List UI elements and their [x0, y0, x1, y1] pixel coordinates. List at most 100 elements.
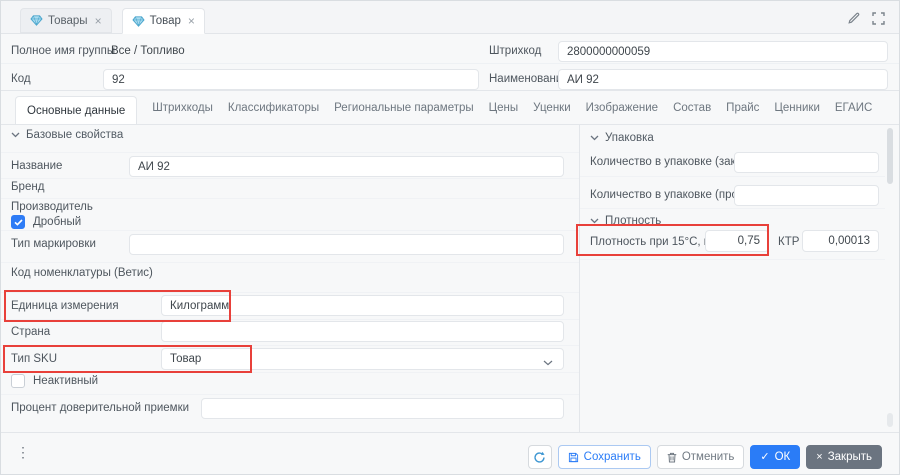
row-separator — [1, 262, 579, 263]
country-label: Страна — [11, 326, 50, 338]
tab-main-data[interactable]: Основные данные — [15, 96, 137, 125]
row-separator — [1, 319, 579, 320]
chevron-down-icon — [543, 357, 553, 369]
tab-composition[interactable]: Состав — [673, 102, 711, 114]
chevron-down-icon — [11, 132, 20, 138]
sku-type-value: Товар — [170, 353, 201, 365]
row-separator — [580, 176, 885, 177]
name-input[interactable] — [558, 69, 888, 90]
section-basic-properties[interactable]: Базовые свойства — [11, 129, 123, 141]
tab-product[interactable]: Товар × — [122, 8, 205, 34]
unit-label: Единица измерения — [11, 300, 119, 312]
tab-pricelist[interactable]: Прайс — [726, 102, 759, 114]
form-tab-bar: Основные данные Штрихкоды Классификаторы… — [1, 91, 899, 125]
tab-label: Товары — [48, 15, 88, 27]
window-actions — [847, 11, 885, 25]
tab-egais[interactable]: ЕГАИС — [835, 102, 872, 114]
row-separator — [1, 372, 579, 373]
tab-label: Товар — [150, 15, 181, 27]
scrollbar-thumb[interactable] — [887, 128, 893, 184]
cancel-button[interactable]: Отменить — [657, 445, 745, 469]
tab-image[interactable]: Изображение — [586, 102, 658, 114]
barcode-label: Штрихкод — [489, 45, 541, 57]
section-packaging[interactable]: Упаковка — [590, 132, 654, 144]
close-tab-icon[interactable]: × — [188, 15, 195, 27]
tab-markdowns[interactable]: Уценки — [533, 102, 570, 114]
check-icon: ✓ — [760, 452, 769, 463]
chevron-down-icon — [590, 135, 599, 141]
trust-percent-input[interactable] — [201, 398, 564, 419]
refresh-button[interactable] — [528, 445, 552, 469]
chevron-down-icon — [590, 218, 599, 224]
more-options-kebab-icon[interactable]: ⋮ — [16, 444, 30, 461]
fractional-checkbox[interactable] — [11, 215, 25, 229]
tab-barcodes[interactable]: Штрихкоды — [152, 102, 213, 114]
qty-sale-input[interactable] — [734, 185, 879, 206]
sku-type-label: Тип SKU — [11, 353, 57, 365]
product-gem-icon — [30, 15, 43, 26]
unit-input[interactable] — [161, 295, 564, 316]
footer-buttons: Сохранить Отменить ✓ ОК × Закрыть — [528, 445, 882, 469]
section-label: Плотность — [605, 215, 661, 227]
row-separator — [1, 230, 579, 231]
ktr-label: КТР — [778, 236, 799, 248]
ok-button[interactable]: ✓ ОК — [750, 445, 800, 469]
tab-classifiers[interactable]: Классификаторы — [228, 102, 319, 114]
footer-toolbar: ⋮ Сохранить Отменить ✓ ОК × Закрыть — [1, 432, 899, 474]
manufacturer-label: Производитель — [11, 201, 93, 213]
qty-purchase-input[interactable] — [734, 152, 879, 173]
fractional-label: Дробный — [33, 216, 81, 228]
check-icon — [14, 219, 23, 226]
window-tab-bar: Товары × Товар × — [1, 1, 899, 34]
tab-pricetags[interactable]: Ценники — [774, 102, 819, 114]
close-label: Закрыть — [828, 451, 872, 463]
product-editor-window: Товары × Товар × Полное имя группы Все /… — [0, 0, 900, 475]
packaging-density-panel: Упаковка Количество в упаковке (закупка)… — [579, 125, 900, 432]
group-name-value: Все / Топливо — [111, 45, 185, 57]
trash-icon — [667, 452, 677, 463]
marking-type-label: Тип маркировки — [11, 238, 96, 250]
edit-pencil-icon[interactable] — [847, 11, 861, 25]
row-separator — [1, 152, 579, 153]
barcode-input[interactable] — [558, 41, 888, 62]
save-button[interactable]: Сохранить — [558, 445, 651, 469]
code-label: Код — [11, 73, 31, 85]
tab-products-list[interactable]: Товары × — [20, 8, 112, 33]
row-separator — [580, 259, 885, 260]
section-label: Базовые свойства — [26, 129, 123, 141]
row-separator — [1, 198, 579, 199]
code-input[interactable] — [103, 69, 479, 90]
sku-type-select[interactable]: Товар — [161, 348, 564, 370]
nomenclature-code-label: Код номенклатуры (Ветис) — [11, 267, 153, 279]
ok-label: ОК — [775, 451, 791, 463]
country-input[interactable] — [161, 321, 564, 342]
density-label: Плотность при 15°C, кг/л — [590, 236, 723, 248]
row-separator — [580, 208, 885, 209]
tab-label: Основные данные — [27, 105, 125, 117]
name-label: Наименование — [489, 73, 569, 85]
row-separator — [1, 394, 579, 395]
fullscreen-expand-icon[interactable] — [872, 12, 885, 25]
product-gem-icon — [132, 16, 145, 27]
row-separator — [1, 63, 899, 64]
section-density[interactable]: Плотность — [590, 215, 661, 227]
close-icon: × — [816, 452, 822, 463]
row-separator — [1, 292, 579, 293]
row-separator — [1, 178, 579, 179]
density-input[interactable] — [705, 230, 769, 252]
trust-percent-label: Процент доверительной приемки — [11, 402, 189, 414]
tab-regional-params[interactable]: Региональные параметры — [334, 102, 474, 114]
group-name-label: Полное имя группы — [11, 45, 115, 57]
close-button[interactable]: × Закрыть — [806, 445, 882, 469]
marking-type-input[interactable] — [129, 234, 564, 255]
cancel-label: Отменить — [682, 451, 735, 463]
product-name-label: Название — [11, 160, 62, 172]
brand-label: Бренд — [11, 181, 44, 193]
refresh-icon — [533, 451, 546, 464]
inactive-checkbox[interactable] — [11, 374, 25, 388]
tab-prices[interactable]: Цены — [489, 102, 519, 114]
close-tab-icon[interactable]: × — [95, 15, 102, 27]
product-name-input[interactable] — [129, 156, 564, 177]
scrollbar-end[interactable] — [887, 413, 893, 427]
ktr-input[interactable] — [802, 230, 879, 252]
